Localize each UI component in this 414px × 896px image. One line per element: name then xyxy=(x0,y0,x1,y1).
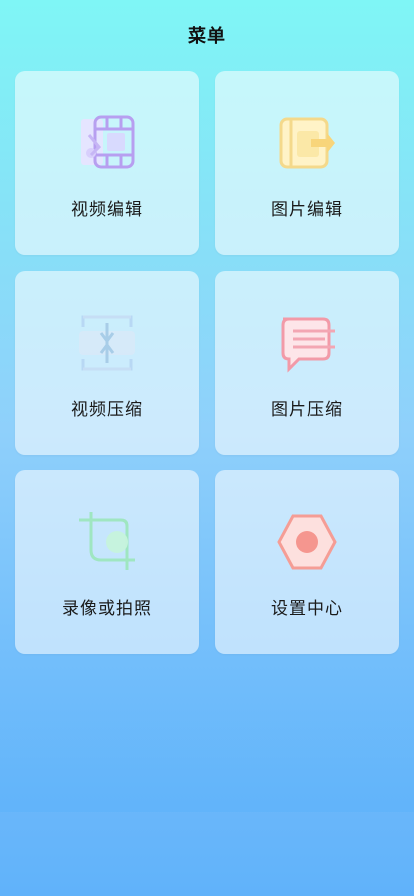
menu-item-label: 图片编辑 xyxy=(271,200,343,220)
video-edit-icon xyxy=(77,111,137,175)
menu-item-label: 视频压缩 xyxy=(71,400,143,420)
menu-item-record-or-photo[interactable]: 录像或拍照 xyxy=(15,470,199,654)
top-bar: 菜单 xyxy=(0,0,414,70)
menu-item-label: 图片压缩 xyxy=(271,400,343,420)
video-compress-icon xyxy=(77,311,137,375)
page-title: 菜单 xyxy=(188,26,226,47)
menu-item-video-compress[interactable]: 视频压缩 xyxy=(15,271,199,455)
settings-hexagon-icon xyxy=(277,510,337,574)
menu-item-settings[interactable]: 设置中心 xyxy=(215,470,399,654)
crop-camera-icon xyxy=(77,510,137,574)
image-edit-icon xyxy=(277,111,337,175)
menu-item-label: 视频编辑 xyxy=(71,200,143,220)
bottom-safe-area xyxy=(0,812,414,896)
image-compress-icon xyxy=(277,311,337,375)
menu-item-label: 录像或拍照 xyxy=(62,599,152,619)
menu-item-image-edit[interactable]: 图片编辑 xyxy=(215,71,399,255)
menu-item-video-edit[interactable]: 视频编辑 xyxy=(15,71,199,255)
menu-item-label: 设置中心 xyxy=(271,599,343,619)
menu-item-image-compress[interactable]: 图片压缩 xyxy=(215,271,399,455)
